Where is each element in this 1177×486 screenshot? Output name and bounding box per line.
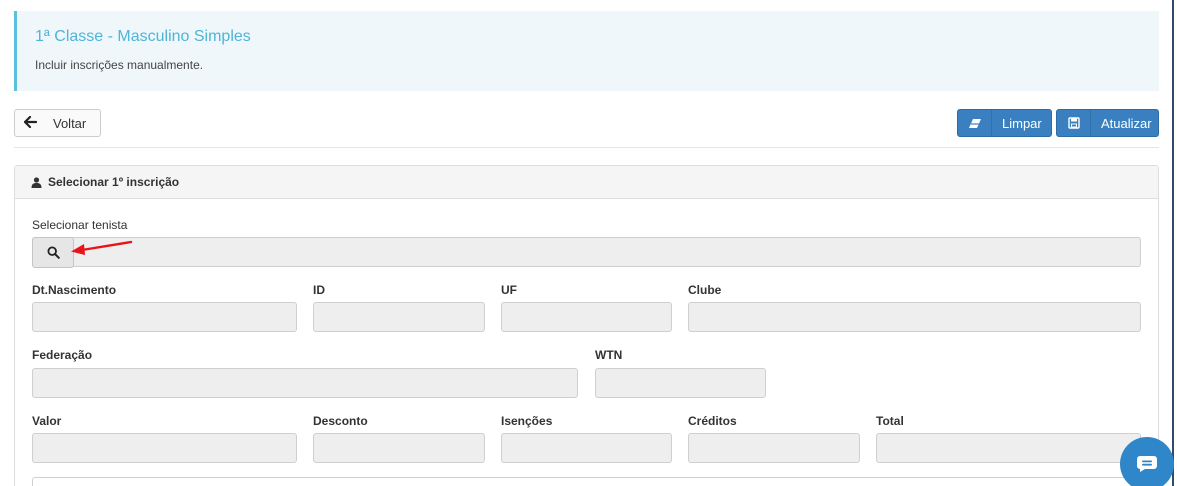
red-arrow-annotation xyxy=(71,240,133,255)
arrow-left-icon xyxy=(15,115,45,132)
update-button-label: Atualizar xyxy=(1101,115,1152,131)
exemptions-field[interactable] xyxy=(501,433,672,463)
birth-date-label: Dt.Nascimento xyxy=(32,283,117,297)
page-edge-rule xyxy=(1172,0,1174,486)
page-header-callout: 1ª Classe - Masculino Simples Incluir in… xyxy=(14,11,1159,91)
search-icon xyxy=(46,246,60,259)
select-player-label: Selecionar tenista xyxy=(32,218,128,232)
credits-field[interactable] xyxy=(688,433,860,463)
value-label: Valor xyxy=(32,414,62,428)
page-subtitle: Incluir inscrições manualmente. xyxy=(35,58,204,72)
chat-icon xyxy=(1137,456,1157,472)
select-player-field[interactable] xyxy=(32,237,1141,267)
birth-date-field[interactable] xyxy=(32,302,297,332)
exemptions-label: Isenções xyxy=(501,414,553,428)
uf-label: UF xyxy=(501,283,517,297)
federation-field[interactable] xyxy=(32,368,578,398)
value-field[interactable] xyxy=(32,433,297,463)
save-icon xyxy=(1057,110,1091,136)
clear-button-label: Limpar xyxy=(1002,115,1042,131)
back-button[interactable]: Voltar xyxy=(14,109,101,137)
wtn-label: WTN xyxy=(595,348,623,362)
user-icon xyxy=(31,176,42,188)
id-label: ID xyxy=(313,283,325,297)
clear-button[interactable]: Limpar xyxy=(957,109,1052,137)
total-label: Total xyxy=(876,414,904,428)
wtn-field[interactable] xyxy=(595,368,766,398)
chat-button[interactable] xyxy=(1120,437,1174,486)
panel-title: Selecionar 1º inscrição xyxy=(48,175,180,189)
discount-field[interactable] xyxy=(313,433,485,463)
discount-label: Desconto xyxy=(313,414,368,428)
toolbar-divider xyxy=(14,147,1159,148)
page-title: 1ª Classe - Masculino Simples xyxy=(35,28,251,45)
club-label: Clube xyxy=(688,283,722,297)
total-field[interactable] xyxy=(876,433,1141,463)
federation-label: Federação xyxy=(32,348,93,362)
id-field[interactable] xyxy=(313,302,485,332)
panel-header: Selecionar 1º inscrição xyxy=(15,166,1158,199)
eraser-icon xyxy=(958,110,992,136)
update-button[interactable]: Atualizar xyxy=(1056,109,1159,137)
club-field[interactable] xyxy=(688,302,1141,332)
credits-label: Créditos xyxy=(688,414,737,428)
uf-field[interactable] xyxy=(501,302,672,332)
back-button-label: Voltar xyxy=(53,115,87,131)
next-section-box xyxy=(32,477,1141,486)
